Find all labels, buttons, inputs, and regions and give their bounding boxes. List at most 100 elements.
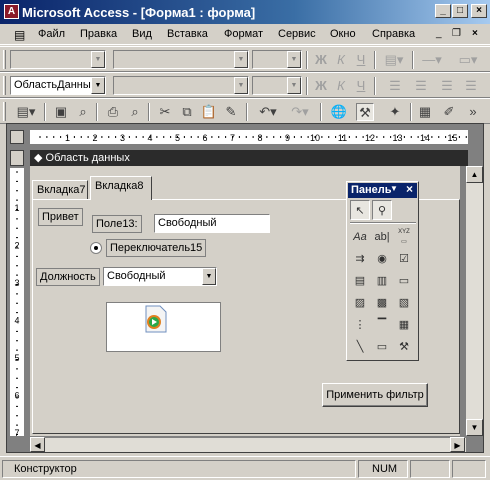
field13-textbox[interactable]: Свободный	[154, 214, 270, 233]
separator	[374, 77, 376, 95]
separator	[306, 51, 308, 69]
scroll-right-icon[interactable]: ▶	[450, 437, 465, 452]
format-painter-icon[interactable]: ✎	[222, 103, 240, 121]
window-title: Microsoft Access - [Форма1 : форма]	[22, 5, 256, 20]
horizontal-scrollbar[interactable]: ◀ ▶	[30, 437, 466, 452]
print-preview-icon[interactable]: ⌕	[126, 103, 144, 121]
section-title: Область данных	[45, 152, 130, 164]
dropdown-arrow-icon[interactable]: ▼	[202, 268, 216, 285]
toolbar-grip	[3, 50, 6, 69]
menu-format[interactable]: Формат	[224, 28, 263, 40]
radio-label[interactable]: Переключатель15	[106, 239, 207, 257]
hyperlink-icon[interactable]: 🌐	[330, 103, 348, 121]
menu-bar: ▤ Файл Правка Вид Вставка Формат Сервис …	[0, 24, 490, 45]
object-selector-combo[interactable]: ОбластьДанных ▼	[10, 76, 106, 95]
line-tool-icon[interactable]: ╲	[350, 337, 370, 357]
more-controls-tool-icon[interactable]: ⚒	[394, 337, 414, 357]
toolbox-close-icon[interactable]: ×	[406, 182, 413, 196]
child-restore-icon[interactable]: ❐	[452, 28, 461, 39]
maximize-button[interactable]: □	[452, 4, 468, 18]
menu-view[interactable]: Вид	[132, 28, 152, 40]
section-selector[interactable]	[10, 150, 24, 166]
menu-edit[interactable]: Правка	[80, 28, 117, 40]
separator	[44, 103, 46, 121]
label-tool-icon[interactable]: Aa	[350, 227, 370, 247]
font-size-combo-2: ▼	[252, 76, 302, 95]
radio-button[interactable]	[90, 242, 102, 254]
scroll-left-icon[interactable]: ◀	[30, 437, 45, 452]
paste-icon[interactable]: 📋	[200, 103, 218, 121]
separator	[320, 103, 322, 121]
option-group-tool-icon[interactable]: XYZ ▭	[394, 227, 414, 247]
unbound-frame-tool-icon[interactable]: ▩	[372, 293, 392, 313]
form-selector[interactable]	[10, 130, 24, 144]
access-app-icon[interactable]: A	[4, 4, 19, 19]
menu-window[interactable]: Окно	[330, 28, 356, 40]
print-icon[interactable]: ⎙	[104, 103, 122, 121]
menu-insert[interactable]: Вставка	[167, 28, 208, 40]
size-grip[interactable]	[452, 460, 486, 478]
form-system-menu-icon[interactable]: ▤	[14, 28, 25, 42]
scroll-up-icon[interactable]: ▲	[466, 166, 483, 183]
vertical-scrollbar[interactable]: ▲ ▼	[466, 166, 483, 436]
menu-file[interactable]: Файл	[38, 28, 65, 40]
textbox-tool-icon[interactable]: ab|	[372, 227, 392, 247]
toolbox-titlebar[interactable]: Панель ▼ ×	[348, 182, 417, 198]
more-buttons-icon[interactable]: »	[464, 103, 482, 121]
save-icon[interactable]: ▣	[52, 103, 70, 121]
rectangle-tool-icon[interactable]: ▭	[372, 337, 392, 357]
ruler-ticks: 12345678910111213141516	[39, 133, 485, 143]
underline-button-2: Ч	[356, 78, 366, 93]
select-objects-tool-icon[interactable]: ↖	[350, 200, 370, 220]
undo-icon[interactable]: ↶▾	[254, 103, 282, 121]
minimize-button[interactable]: _	[435, 4, 451, 18]
view-icon[interactable]: ▤▾	[12, 103, 40, 121]
build-icon[interactable]: ✐	[440, 103, 458, 121]
child-close-icon[interactable]: ×	[472, 28, 478, 39]
toolbar-grip	[3, 102, 6, 121]
subform-tool-icon[interactable]: ▦	[394, 315, 414, 335]
section-header[interactable]: ◆ Область данных	[30, 150, 468, 166]
cut-icon[interactable]: ✂	[156, 103, 174, 121]
file-search-icon[interactable]: ⌕	[74, 103, 92, 121]
command-button-tool-icon[interactable]: ▭	[394, 271, 414, 291]
bold-button-2: Ж	[315, 78, 327, 93]
close-button[interactable]: ×	[471, 4, 487, 18]
position-combo[interactable]: Свободный ▼	[103, 267, 217, 286]
ruler-label: 1	[14, 203, 19, 213]
media-object-frame[interactable]	[106, 302, 221, 352]
tab-vkladka7[interactable]: Вкладка7	[32, 180, 88, 200]
tab-control-tool-icon[interactable]: ▔	[372, 315, 392, 335]
menu-tools[interactable]: Сервис	[278, 28, 316, 40]
toolbox-toggle-icon[interactable]: ⚒	[356, 103, 374, 121]
control-wizards-tool-icon[interactable]: ⚲	[372, 200, 392, 220]
ruler-label: 2	[14, 240, 19, 250]
scroll-down-icon[interactable]: ▼	[466, 419, 483, 436]
fill-color-icon: ▤▾	[384, 52, 404, 67]
option-button-tool-icon[interactable]: ◉	[372, 249, 392, 269]
toolbox-menu-arrow-icon[interactable]: ▼	[390, 184, 398, 193]
separator	[374, 51, 376, 69]
apply-filter-button[interactable]: Применить фильтр	[322, 383, 428, 407]
checkbox-tool-icon[interactable]: ☑	[394, 249, 414, 269]
combo-box-tool-icon[interactable]: ▤	[350, 271, 370, 291]
align-left-icon: ☰	[389, 78, 401, 93]
bound-frame-tool-icon[interactable]: ▧	[394, 293, 414, 313]
list-box-tool-icon[interactable]: ▥	[372, 271, 392, 291]
tab-vkladka8[interactable]: Вкладка8	[90, 176, 152, 200]
menu-help[interactable]: Справка	[372, 28, 415, 40]
page-break-tool-icon[interactable]: ⋮	[350, 315, 370, 335]
autoformat-icon[interactable]: ✦	[386, 103, 404, 121]
label-privet[interactable]: Привет	[38, 208, 83, 226]
object-combo-disabled: ▼	[10, 50, 106, 69]
properties-icon[interactable]: ▦	[416, 103, 434, 121]
field13-label[interactable]: Поле13:	[92, 215, 142, 233]
position-label[interactable]: Должность	[36, 268, 100, 286]
title-bar: A Microsoft Access - [Форма1 : форма] _ …	[0, 0, 490, 24]
child-minimize-icon[interactable]: _	[436, 28, 442, 39]
toggle-button-tool-icon[interactable]: ⇉	[350, 249, 370, 269]
copy-icon[interactable]: ⧉	[178, 103, 196, 121]
align-center-icon: ☰	[415, 78, 427, 93]
italic-button: К	[337, 52, 345, 67]
image-tool-icon[interactable]: ▨	[350, 293, 370, 313]
